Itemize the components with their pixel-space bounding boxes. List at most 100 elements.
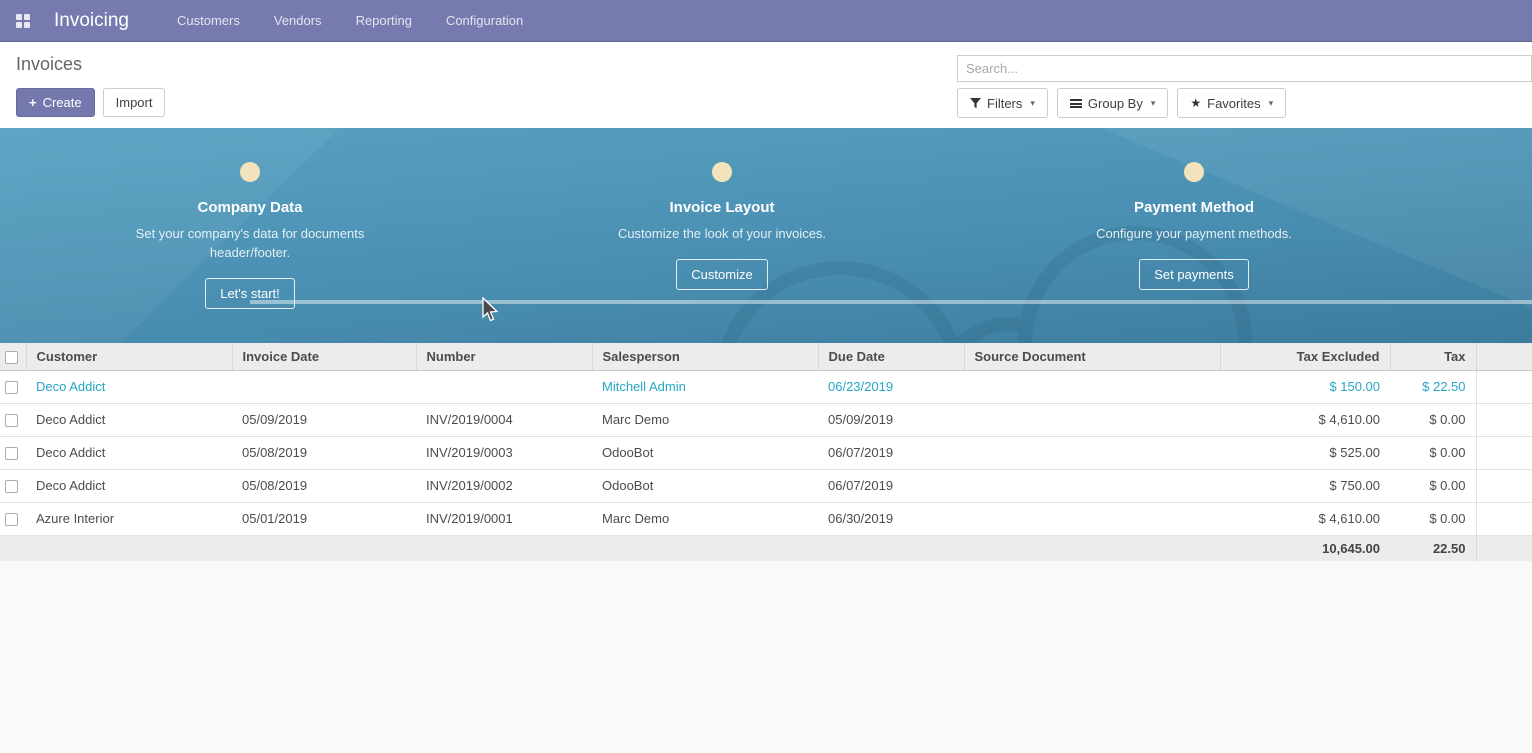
cell-source-document[interactable] [964,370,1220,403]
import-button-label: Import [116,95,153,110]
row-checkbox[interactable] [5,513,18,526]
app-name[interactable]: Invoicing [54,10,129,32]
cell-tax-excluded[interactable]: $ 4,610.00 [1220,403,1390,436]
favorites-label: Favorites [1207,96,1260,111]
plus-icon: + [29,95,37,110]
search-input[interactable] [957,55,1532,82]
invoice-row[interactable]: Deco Addict 05/08/2019 INV/2019/0002 Odo… [0,469,1532,502]
cell-due-date[interactable]: 05/09/2019 [818,403,964,436]
cell-tax[interactable]: $ 0.00 [1390,469,1476,502]
nav-item-reporting[interactable]: Reporting [356,13,412,28]
cell-number[interactable]: INV/2019/0004 [416,403,592,436]
cell-salesperson[interactable]: OdooBot [592,436,818,469]
cell-customer[interactable]: Deco Addict [26,469,232,502]
cell-due-date[interactable]: 06/23/2019 [818,370,964,403]
cell-tax-excluded[interactable]: $ 525.00 [1220,436,1390,469]
cell-source-document[interactable] [964,469,1220,502]
invoice-list-table: Customer Invoice Date Number Salesperson… [0,343,1532,561]
cell-number[interactable]: INV/2019/0001 [416,502,592,535]
caret-down-icon: ▾ [1269,98,1274,109]
cell-due-date[interactable]: 06/30/2019 [818,502,964,535]
favorites-dropdown[interactable]: ★ Favorites ▾ [1177,88,1286,118]
group-by-dropdown[interactable]: Group By ▾ [1057,88,1168,118]
header-due-date[interactable]: Due Date [818,343,964,370]
invoice-row[interactable]: Azure Interior 05/01/2019 INV/2019/0001 … [0,502,1532,535]
select-all-checkbox[interactable] [5,351,18,364]
header-tax[interactable]: Tax [1390,343,1476,370]
search-area: Filters ▾ Group By ▾ ★ Favorites ▾ [957,55,1532,82]
onboarding-step-payment-method: Payment Method Configure your payment me… [1034,162,1354,290]
row-checkbox[interactable] [5,447,18,460]
header-source-document[interactable]: Source Document [964,343,1220,370]
cell-invoice-date[interactable] [232,370,416,403]
header-customer[interactable]: Customer [26,343,232,370]
nav-item-configuration[interactable]: Configuration [446,13,523,28]
cell-invoice-date[interactable]: 05/08/2019 [232,469,416,502]
control-panel: Invoices + Create Import Filters ▾ Group… [0,42,1532,128]
lets-start-button[interactable]: Let's start! [205,278,295,309]
cell-invoice-date[interactable]: 05/08/2019 [232,436,416,469]
cell-source-document[interactable] [964,436,1220,469]
caret-down-icon: ▾ [1151,98,1156,109]
cell-customer[interactable]: Deco Addict [26,436,232,469]
caret-down-icon: ▾ [1030,98,1035,109]
nav-item-customers[interactable]: Customers [177,13,240,28]
header-number[interactable]: Number [416,343,592,370]
cell-spacer [1476,403,1532,436]
apps-menu-icon[interactable] [16,14,30,28]
row-checkbox[interactable] [5,480,18,493]
create-button-label: Create [43,95,82,110]
cell-tax[interactable]: $ 0.00 [1390,403,1476,436]
cell-number[interactable]: INV/2019/0002 [416,469,592,502]
invoice-row[interactable]: Deco Addict 05/09/2019 INV/2019/0004 Mar… [0,403,1532,436]
header-invoice-date[interactable]: Invoice Date [232,343,416,370]
group-by-label: Group By [1088,96,1143,111]
cell-tax-excluded[interactable]: $ 750.00 [1220,469,1390,502]
select-all-header [0,343,26,370]
cell-customer[interactable]: Azure Interior [26,502,232,535]
customize-button[interactable]: Customize [676,259,767,290]
cell-spacer [1476,502,1532,535]
invoice-table-body: Deco Addict Mitchell Admin 06/23/2019 $ … [0,370,1532,535]
cell-customer[interactable]: Deco Addict [26,403,232,436]
nav-item-vendors[interactable]: Vendors [274,13,322,28]
cell-due-date[interactable]: 06/07/2019 [818,436,964,469]
invoice-row[interactable]: Deco Addict Mitchell Admin 06/23/2019 $ … [0,370,1532,403]
cell-tax-excluded[interactable]: $ 150.00 [1220,370,1390,403]
header-tax-excluded[interactable]: Tax Excluded [1220,343,1390,370]
cell-salesperson[interactable]: Mitchell Admin [592,370,818,403]
cell-source-document[interactable] [964,502,1220,535]
nav-menu: Customers Vendors Reporting Configuratio… [177,13,523,28]
set-payments-button[interactable]: Set payments [1139,259,1249,290]
cell-customer[interactable]: Deco Addict [26,370,232,403]
cell-invoice-date[interactable]: 05/09/2019 [232,403,416,436]
header-spacer [1476,343,1532,370]
cell-tax-excluded[interactable]: $ 4,610.00 [1220,502,1390,535]
row-checkbox[interactable] [5,414,18,427]
cell-tax[interactable]: $ 0.00 [1390,502,1476,535]
step-description: Set your company's data for documents he… [135,224,365,262]
row-checkbox[interactable] [5,381,18,394]
header-salesperson[interactable]: Salesperson [592,343,818,370]
create-button[interactable]: + Create [16,88,95,117]
cell-number[interactable]: INV/2019/0003 [416,436,592,469]
cell-salesperson[interactable]: Marc Demo [592,403,818,436]
cell-due-date[interactable]: 06/07/2019 [818,469,964,502]
cell-tax[interactable]: $ 0.00 [1390,436,1476,469]
import-button[interactable]: Import [103,88,166,117]
table-header-row: Customer Invoice Date Number Salesperson… [0,343,1532,370]
step-description: Customize the look of your invoices. [607,224,837,243]
step-dot-icon [240,162,260,182]
page-title: Invoices [16,54,82,75]
cell-source-document[interactable] [964,403,1220,436]
star-icon: ★ [1190,96,1201,110]
cell-tax[interactable]: $ 22.50 [1390,370,1476,403]
cell-salesperson[interactable]: Marc Demo [592,502,818,535]
onboarding-step-invoice-layout: Invoice Layout Customize the look of you… [562,162,882,290]
cell-invoice-date[interactable]: 05/01/2019 [232,502,416,535]
invoice-row[interactable]: Deco Addict 05/08/2019 INV/2019/0003 Odo… [0,436,1532,469]
funnel-icon [970,98,981,109]
cell-number[interactable] [416,370,592,403]
filters-dropdown[interactable]: Filters ▾ [957,88,1048,118]
cell-salesperson[interactable]: OdooBot [592,469,818,502]
